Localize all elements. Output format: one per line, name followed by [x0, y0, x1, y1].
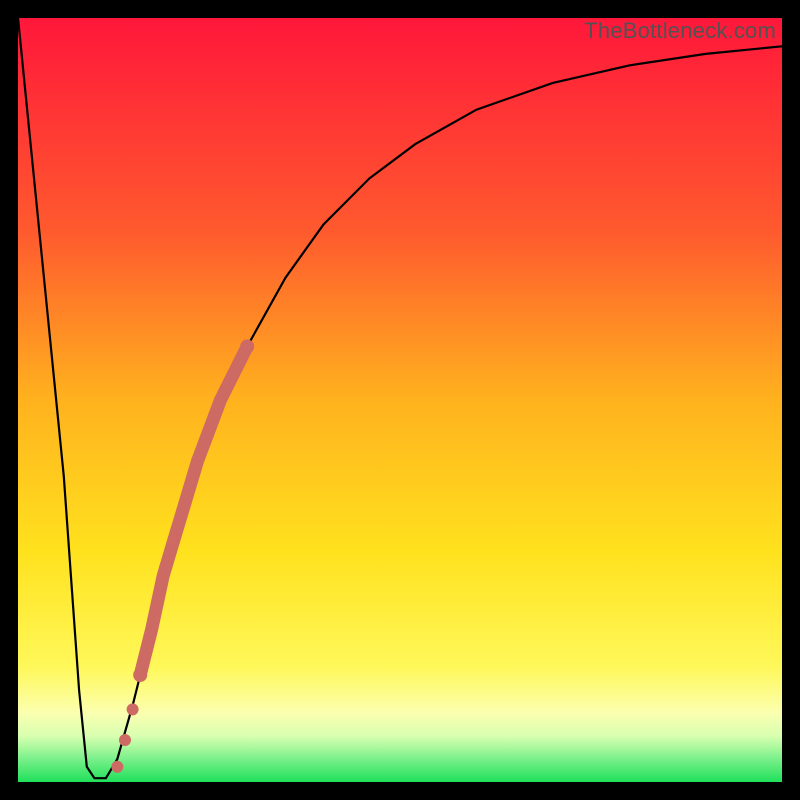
watermark-text: TheBottleneck.com [584, 18, 776, 44]
marker-dot [127, 703, 139, 715]
plot-area: TheBottleneck.com [18, 18, 782, 782]
marker-dot [111, 761, 123, 773]
chart-svg [18, 18, 782, 782]
chart-frame: TheBottleneck.com [0, 0, 800, 800]
marker-dot [119, 734, 131, 746]
highlight-dot [240, 340, 254, 354]
highlight-dot [133, 668, 147, 682]
gradient-background [18, 18, 782, 782]
